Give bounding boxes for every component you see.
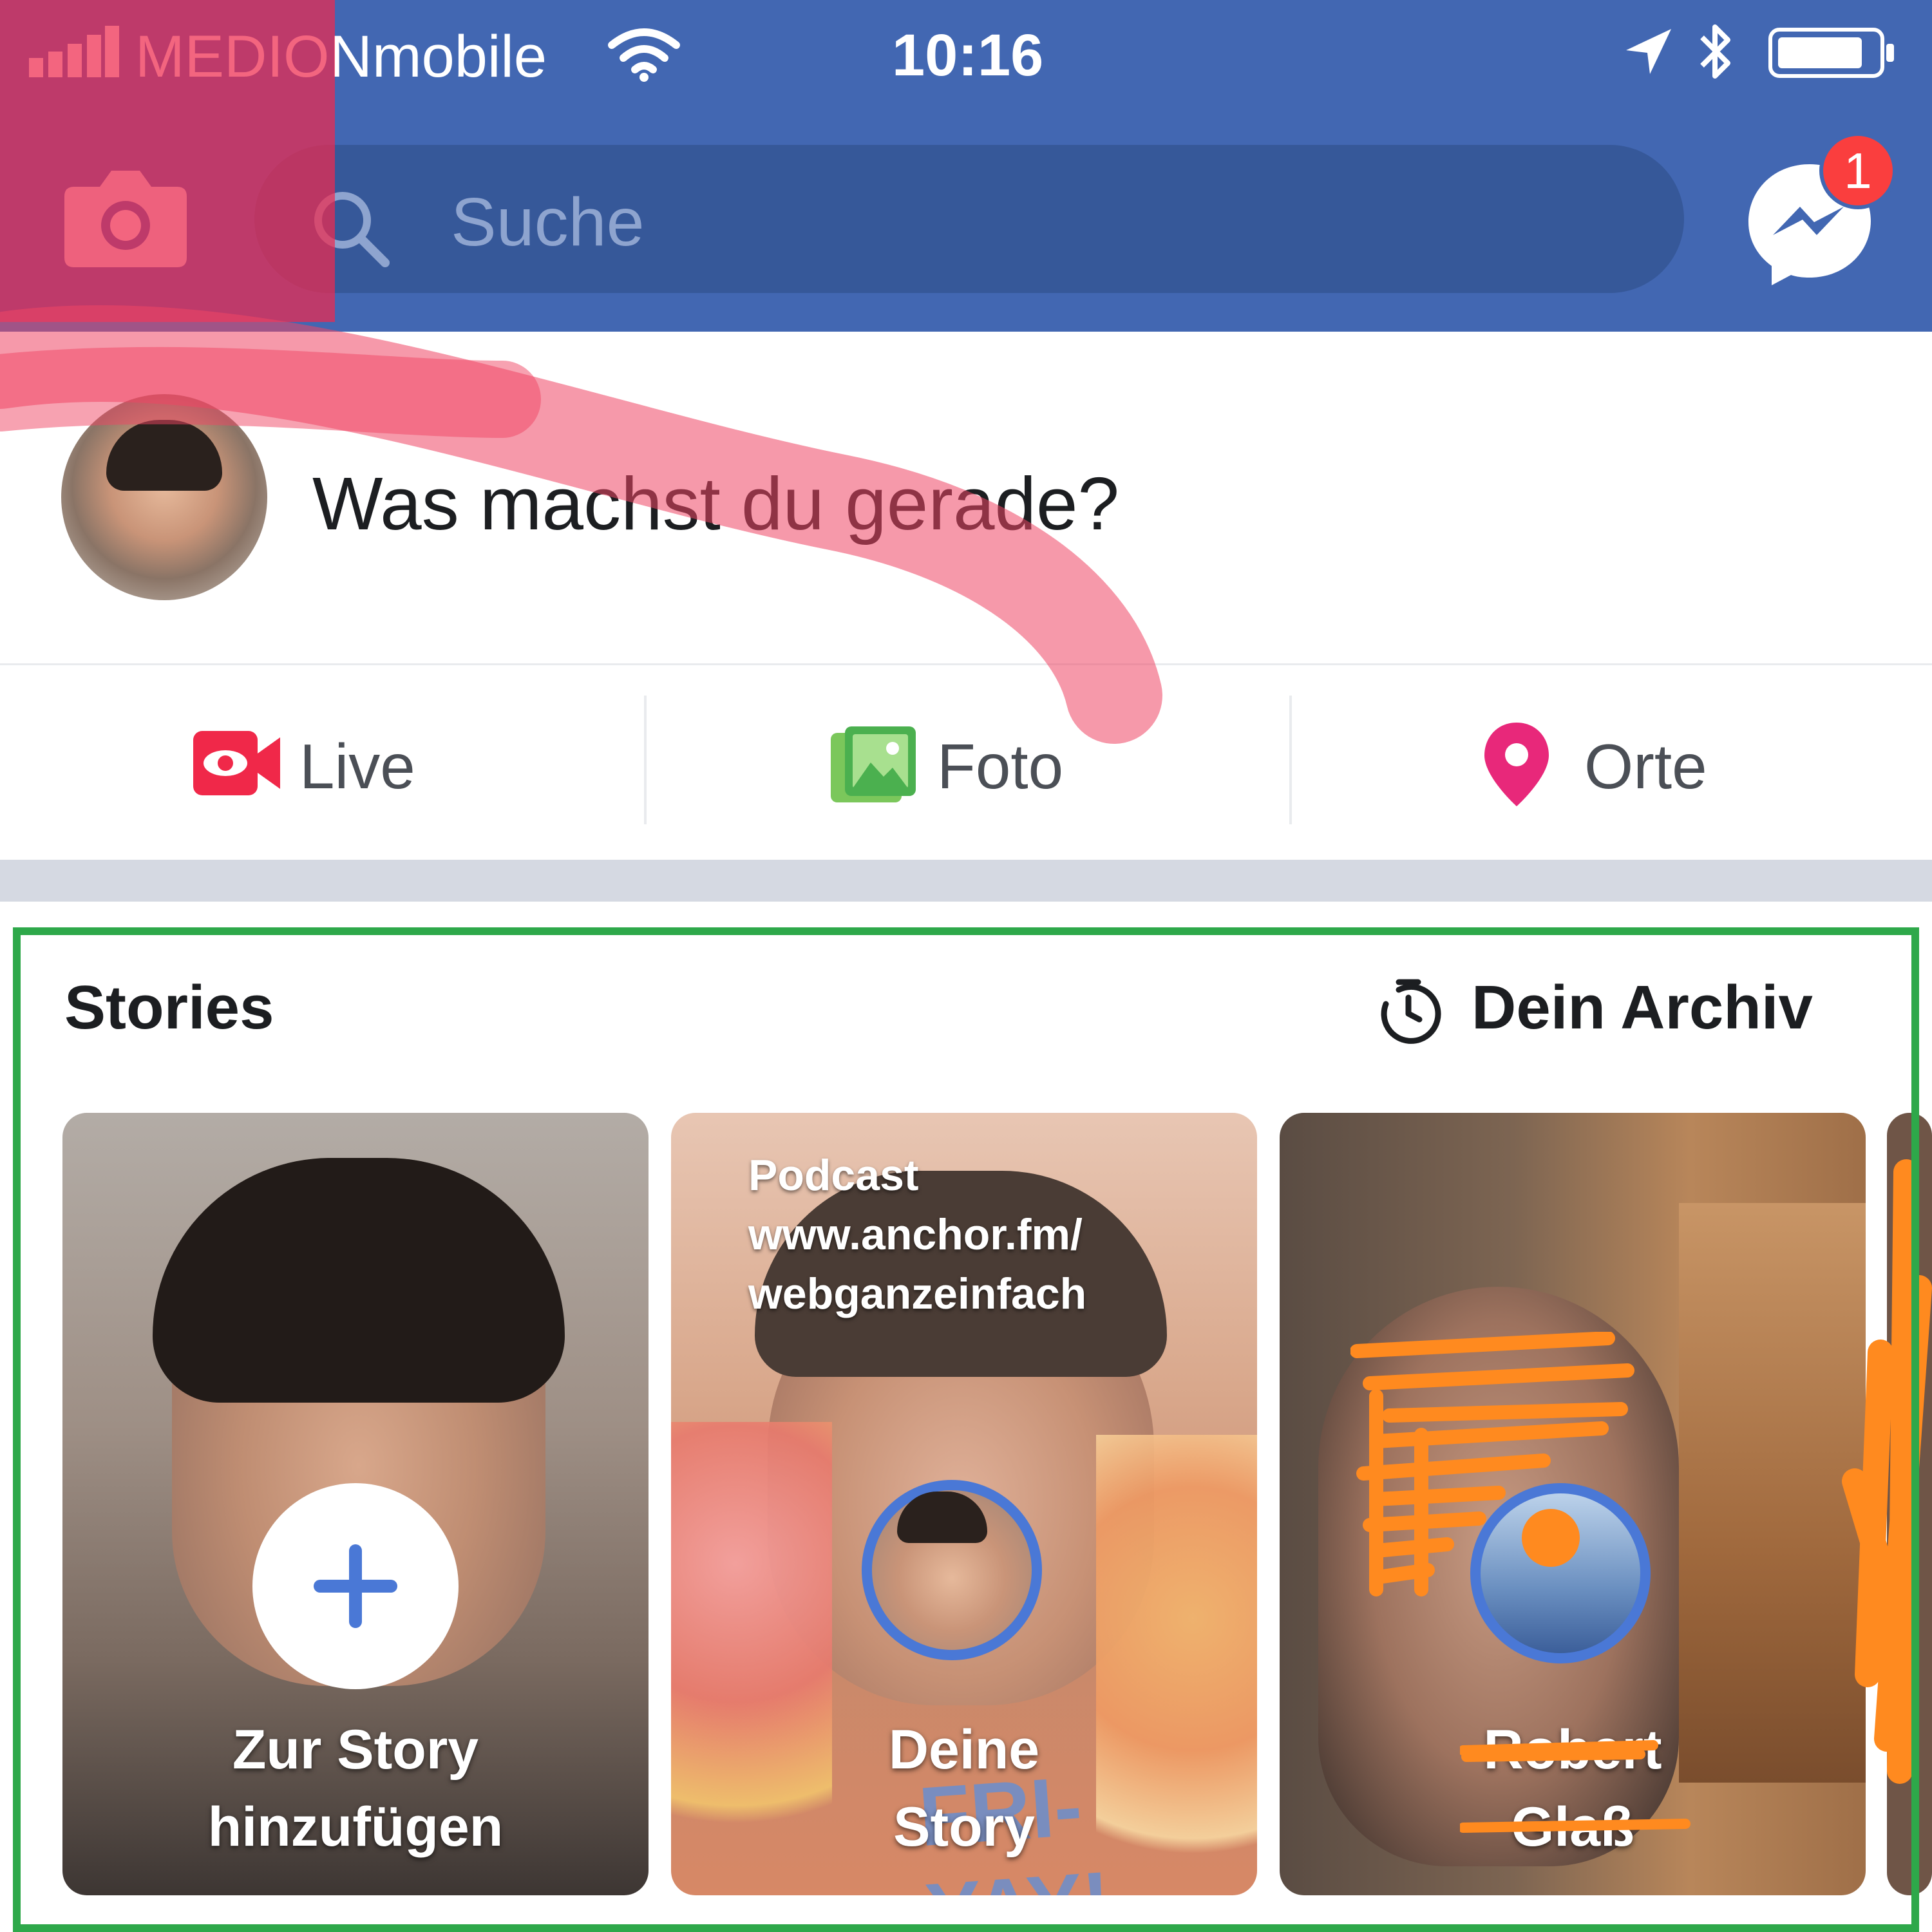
location-arrow-icon [1623,26,1674,80]
archive-clock-icon [1381,979,1441,1044]
podcast-overlay-line1: Podcast [748,1151,919,1200]
live-button[interactable]: Live [187,721,457,811]
live-video-icon [193,731,280,795]
archive-label: Dein Archiv [1472,973,1813,1042]
your-story-card[interactable]: Podcast www.anchor.fm/ webganzeinfach FR… [671,1113,1257,1895]
friend-story-label-line1: Robert [1483,1719,1662,1781]
section-separator [0,860,1932,902]
status-time: 10:16 [892,23,1044,88]
live-label: Live [299,731,415,802]
carrier-name: MEDIONmobile [135,24,547,90]
signal-strength-icon [29,26,119,80]
your-story-label-line1: Deine [888,1719,1040,1781]
plus-icon [314,1544,397,1628]
search-placeholder: Suche [451,184,645,260]
status-composer-prompt[interactable]: Was machst du gerade? [312,460,1119,547]
battery-icon [1768,27,1897,82]
bluetooth-icon [1697,21,1736,86]
your-story-label-line2: Story [893,1796,1035,1858]
places-label: Orte [1584,731,1707,802]
user-avatar[interactable] [61,394,267,600]
next-story-card-partial[interactable] [1887,1113,1932,1895]
story-avatar-ring [862,1480,1042,1660]
story-hair [153,1158,565,1403]
friend-story-label-line2: Glaß [1511,1796,1634,1858]
photo-button[interactable]: Foto [831,721,1101,811]
divider [644,696,647,824]
places-button[interactable]: Orte [1481,718,1752,815]
photo-label: Foto [937,731,1064,802]
add-story-label-line2: hinzufügen [207,1796,504,1858]
divider [1289,696,1292,824]
shelf-decoration [1679,1203,1866,1783]
add-story-label-line1: Zur Story [232,1719,479,1781]
podcast-overlay-line3: webganzeinfach [748,1269,1087,1318]
search-icon [309,187,393,274]
podcast-overlay-line2: www.anchor.fm/ [748,1210,1083,1259]
camera-icon[interactable] [61,161,190,274]
add-story-button[interactable] [252,1483,459,1689]
stories-title: Stories [64,973,274,1042]
add-story-card[interactable]: Zur Story hinzufügen [62,1113,649,1895]
location-pin-icon [1484,723,1549,806]
photo-icon [831,726,916,802]
messenger-badge: 1 [1819,132,1897,209]
friend-story-card[interactable]: Robert Glaß [1280,1113,1866,1895]
story-avatar-ring [1470,1483,1651,1663]
wifi-icon [605,24,683,86]
